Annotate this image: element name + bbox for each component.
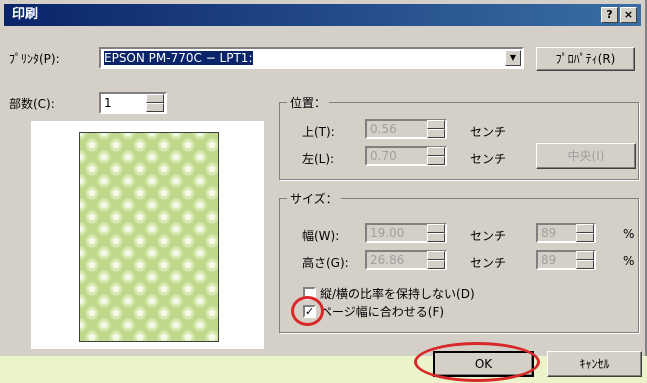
close-button[interactable]: × [620,7,637,23]
width-percent-spinner[interactable] [576,224,594,242]
height-percent-sign: % [623,254,635,268]
top-margin-value: 0.56 [370,122,397,136]
width-label: 幅(W): [302,229,340,243]
top-label: 上(T): [302,125,335,139]
height-value: 26.86 [370,253,405,267]
position-title: 位置： [287,94,330,111]
top-margin-spinner[interactable] [427,120,445,138]
height-label: 高さ(G): [302,256,349,270]
height-unit: センチ [470,256,507,270]
left-margin-value: 0.70 [370,149,397,163]
printer-value: EPSON PM-770C − LPT1: [104,51,253,65]
dialog-title: 印刷 [12,7,39,22]
cancel-button[interactable]: ｷｬﾝｾﾙ [547,351,642,377]
size-title: サイズ： [287,190,341,207]
center-button[interactable]: 中央(I) [536,143,636,169]
width-unit: センチ [470,229,507,243]
left-label: 左(L): [302,152,335,166]
chevron-down-icon[interactable]: ▼ [505,50,521,66]
help-button[interactable]: ? [601,7,618,23]
printer-label: ﾌﾟﾘﾝﾀ(P): [9,52,60,66]
printer-select[interactable]: EPSON PM-770C − LPT1: ▼ [99,47,524,69]
width-spinner[interactable] [427,224,445,242]
no-aspect-label: 縦/横の比率を保持しない(D) [320,287,475,301]
no-aspect-checkbox[interactable] [303,287,316,300]
print-dialog: 印刷 ? × ﾌﾟﾘﾝﾀ(P): EPSON PM-770C − LPT1: ▼… [0,0,647,382]
print-preview [31,121,264,349]
left-unit: センチ [470,152,507,166]
preview-page [79,132,219,342]
copies-spinner[interactable] [146,94,164,112]
width-percent-sign: % [623,227,635,241]
height-percent-value: 89 [541,253,557,267]
copies-value: 1 [104,96,112,110]
copies-label: 部数(C): [9,97,55,111]
height-spinner[interactable] [427,251,445,269]
top-unit: センチ [470,125,507,139]
title-bar: 印刷 ? × [4,4,641,26]
checkmark-icon: ✓ [305,305,315,318]
fit-width-checkbox[interactable]: ✓ [303,305,316,318]
fit-width-label: ページ幅に合わせる(F) [320,305,445,319]
properties-button[interactable]: ﾌﾟﾛﾊﾟﾃｨ(R) [536,47,635,71]
ok-button[interactable]: OK [433,351,534,377]
height-percent-spinner[interactable] [576,251,594,269]
width-percent-value: 89 [541,226,557,240]
width-value: 19.00 [370,226,405,240]
left-margin-spinner[interactable] [427,147,445,165]
